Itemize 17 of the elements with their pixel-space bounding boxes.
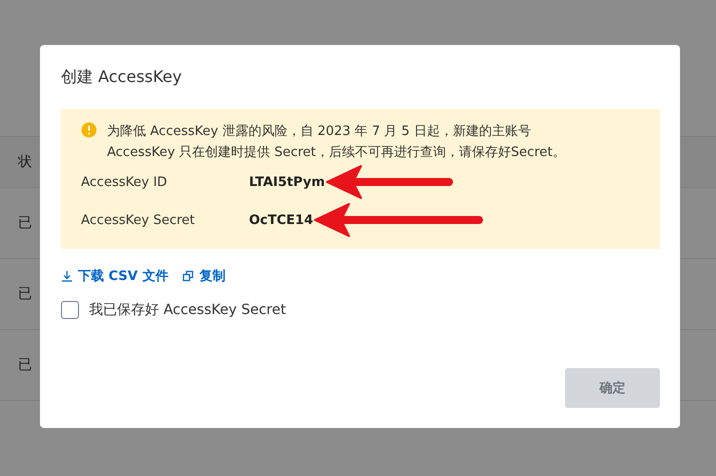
download-icon	[61, 270, 73, 282]
copy-icon	[182, 270, 194, 282]
table-cell: 已	[18, 285, 32, 303]
field-label: AccessKey Secret	[81, 212, 196, 228]
field-value: OcTCE14	[249, 212, 314, 228]
checkbox-label: 我已保存好 AccessKey Secret	[89, 301, 286, 319]
checkbox[interactable]	[61, 301, 79, 319]
download-link[interactable]: 下载 CSV 文件	[61, 267, 168, 285]
table-cell: 已	[18, 356, 32, 374]
column-header: 状	[18, 153, 32, 171]
field-label: AccessKey ID	[81, 174, 168, 190]
notice-text: 为降低 AccessKey 泄露的风险，自 2023 年 7 月 5 日起，新建的主账号 AccessKey 只在创建时提供 Secret，后续不可再进行查询，请保存好Secret。	[107, 123, 566, 162]
warning-icon	[81, 122, 97, 138]
copy-link[interactable]: 复制	[182, 267, 226, 285]
dialog-title: 创建 AccessKey	[61, 67, 183, 88]
table-cell: 已	[18, 214, 32, 232]
field-value: LTAI5tPym	[249, 174, 325, 190]
